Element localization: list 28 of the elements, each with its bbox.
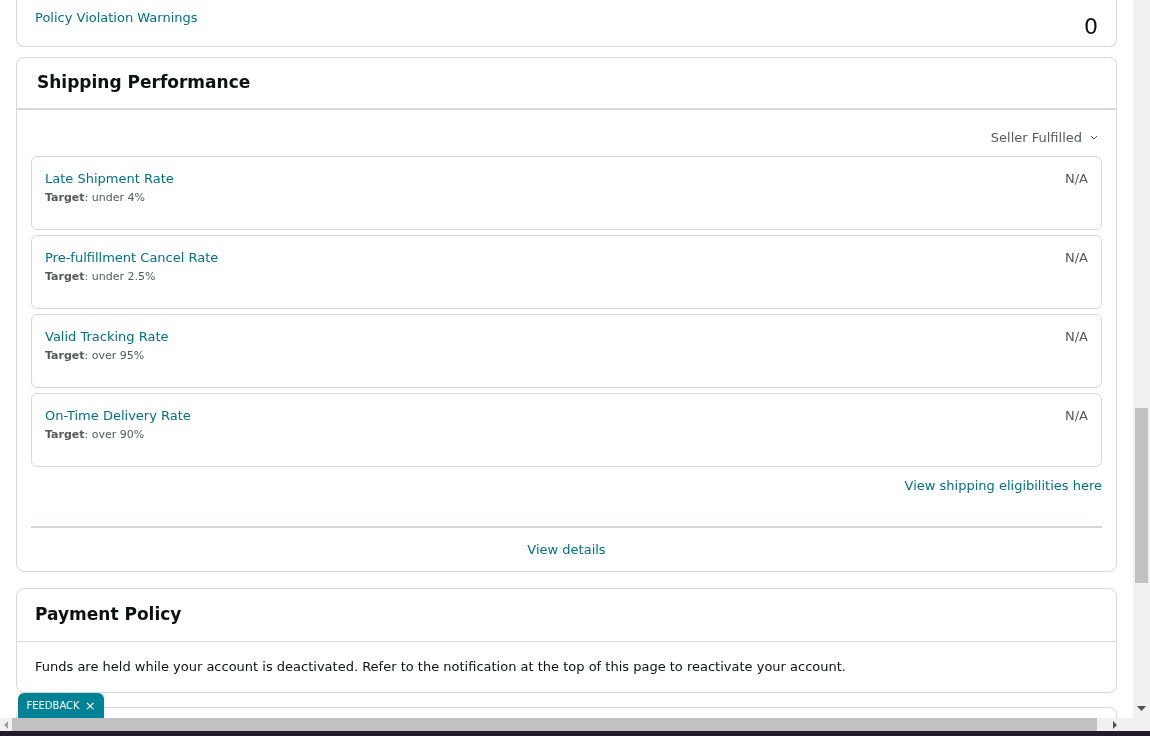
view-details-link[interactable]: View details bbox=[527, 539, 606, 560]
metric-value: N/A bbox=[1065, 327, 1088, 346]
metric-target: Target: over 90% bbox=[45, 427, 146, 443]
fulfillment-dropdown[interactable]: Seller Fulfilled bbox=[990, 128, 1098, 148]
metric-value: N/A bbox=[1065, 169, 1088, 188]
section-title: Shipping Performance bbox=[37, 71, 251, 95]
section-title: Payment Policy bbox=[35, 603, 182, 627]
metric-link[interactable]: On-Time Delivery Rate bbox=[45, 405, 191, 425]
metric-link[interactable]: Valid Tracking Rate bbox=[45, 326, 169, 346]
eligibility-link[interactable]: View shipping eligibilities here bbox=[904, 475, 1102, 495]
scroll-left-icon[interactable] bbox=[4, 720, 8, 729]
payment-policy-text: Funds are held while your account is deactivated. Refer to the notification at the top of this page to reactivate your account. bbox=[34, 658, 847, 676]
warning-count: 0 bbox=[1084, 13, 1098, 41]
metric-link[interactable]: Late Shipment Rate bbox=[45, 168, 174, 188]
vertical-scrollbar[interactable] bbox=[1133, 0, 1150, 718]
metric-target: Target: under 2.5% bbox=[45, 269, 157, 285]
close-icon[interactable]: × bbox=[84, 695, 96, 716]
chevron-down-icon bbox=[1090, 135, 1098, 141]
policy-warnings-link[interactable]: Policy Violation Warnings bbox=[35, 8, 198, 28]
scroll-down-icon[interactable] bbox=[1137, 706, 1146, 711]
scrollbar-thumb[interactable] bbox=[1135, 408, 1148, 583]
metric-link[interactable]: Pre-fulfillment Cancel Rate bbox=[45, 247, 219, 267]
metric-value: N/A bbox=[1065, 406, 1088, 425]
metric-value: N/A bbox=[1065, 248, 1088, 267]
metric-target: Target: over 95% bbox=[45, 348, 146, 364]
feedback-tab[interactable]: FEEDBACK × bbox=[18, 693, 104, 718]
metric-target: Target: under 4% bbox=[45, 190, 146, 206]
scroll-right-icon[interactable] bbox=[1113, 720, 1117, 729]
